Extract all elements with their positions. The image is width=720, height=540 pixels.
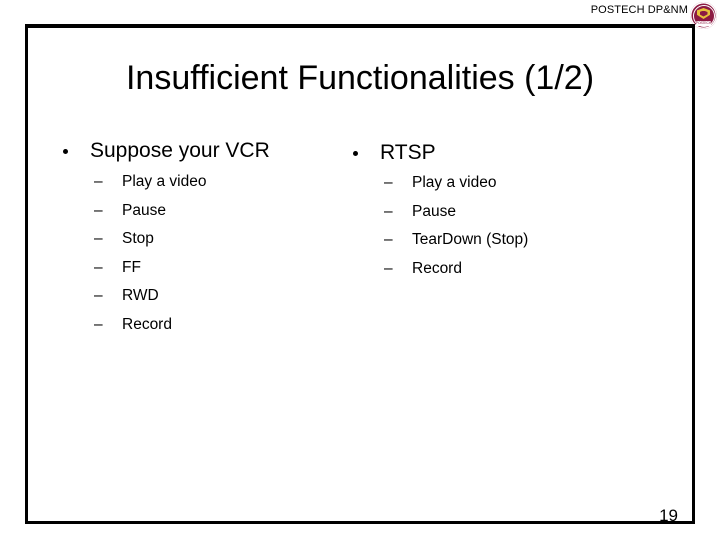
list-item-label: Play a video [122,173,207,190]
list-item-label: Pause [412,202,456,220]
content-column-left: Suppose your VCR – Play a video – Pause … [58,136,328,339]
header-title: POSTECH DP&NM [590,4,688,16]
bullet-item-heading: Suppose your VCR [58,136,328,166]
page-title: Insufficient Functionalities (1/2) [125,59,595,97]
dash-icon: – [94,287,103,304]
list-item: – Play a video [348,169,648,198]
dash-icon: – [384,174,393,191]
list-item: – RWD [58,282,328,311]
logo-caption: POSTECH [696,21,711,25]
bullet-dot-icon [353,151,358,156]
list-item: – Play a video [58,168,328,197]
dash-icon: – [384,259,393,277]
list-item: – Pause [58,197,328,226]
dash-icon: – [94,315,103,333]
bullet-dot-icon [63,149,68,154]
sub-bullet-list: – Play a video – Pause – Stop – FF – RWD… [58,168,328,339]
list-item-label: Pause [122,201,166,219]
dash-icon: – [94,258,103,276]
bullet-heading-label: RTSP [380,141,436,164]
page-number: 19 [659,506,678,525]
sub-bullet-list: – Play a video – Pause – TearDown (Stop)… [348,169,648,283]
list-item: – Record [348,255,648,284]
dash-icon: – [94,230,103,247]
list-item: – Record [58,311,328,340]
bullet-heading-label: Suppose your VCR [90,139,270,162]
list-item-label: Stop [122,230,154,247]
list-item-label: Play a video [412,174,497,191]
bullet-item-heading: RTSP [348,138,648,168]
list-item: – TearDown (Stop) [348,226,648,255]
list-item-label: Record [122,315,172,333]
list-item-label: TearDown (Stop) [412,231,529,248]
list-item: – Pause [348,198,648,227]
list-item-label: FF [122,258,141,276]
list-item-label: Record [412,259,462,277]
dash-icon: – [94,201,103,219]
dash-icon: – [384,231,393,248]
list-item-label: RWD [122,287,159,304]
list-item: – FF [58,254,328,283]
dash-icon: – [94,173,103,190]
dash-icon: – [384,202,393,220]
content-column-right: RTSP – Play a video – Pause – TearDown (… [348,138,648,283]
list-item: – Stop [58,225,328,254]
